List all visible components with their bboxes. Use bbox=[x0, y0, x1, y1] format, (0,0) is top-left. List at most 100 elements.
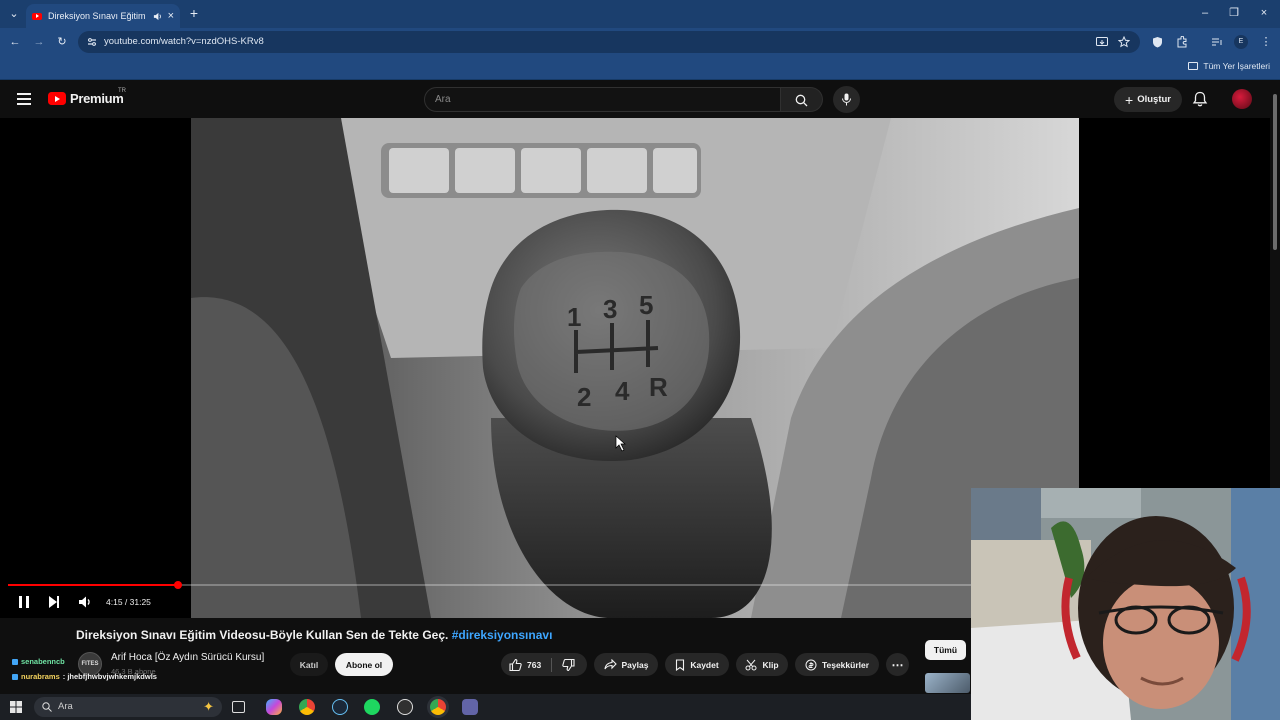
shield-extension-icon[interactable] bbox=[1152, 36, 1163, 48]
bing-sparkle-icon: ✦ bbox=[203, 699, 214, 714]
share-label: Paylaş bbox=[621, 659, 649, 670]
thanks-button[interactable]: Teşekkürler bbox=[795, 653, 879, 676]
profile-avatar[interactable]: E bbox=[1234, 35, 1248, 49]
more-actions-button[interactable]: ⋯ bbox=[886, 653, 909, 676]
task-view-icon[interactable] bbox=[232, 701, 245, 713]
webcam-image bbox=[971, 488, 1280, 720]
restore-icon[interactable]: ❐ bbox=[1226, 6, 1242, 20]
scissors-icon bbox=[745, 659, 757, 670]
time-display: 4:15 / 31:25 bbox=[106, 597, 151, 607]
spotify-icon[interactable] bbox=[364, 699, 380, 715]
next-video-icon[interactable] bbox=[47, 594, 61, 610]
join-label: Katıl bbox=[299, 659, 319, 670]
search-icon bbox=[42, 702, 52, 712]
search-button[interactable] bbox=[781, 87, 823, 112]
notifications-bell-icon[interactable] bbox=[1191, 90, 1209, 108]
pause-icon[interactable] bbox=[17, 594, 31, 610]
join-button[interactable]: Katıl bbox=[290, 653, 328, 676]
folder-icon bbox=[1188, 62, 1199, 70]
teams-icon[interactable] bbox=[462, 699, 478, 715]
create-label: Oluştur bbox=[1137, 94, 1171, 105]
gear-label: 5 bbox=[639, 290, 653, 320]
windows-start-icon[interactable] bbox=[10, 701, 22, 713]
chat-username: senabenncb bbox=[21, 657, 65, 666]
browser-tab-active[interactable]: Direksiyon Sınavı Eğitim Vid × bbox=[26, 4, 180, 28]
obs-icon[interactable] bbox=[397, 699, 413, 715]
chat-message: senabenncb bbox=[12, 657, 68, 666]
window-close-icon[interactable]: × bbox=[1256, 6, 1272, 20]
country-code: TR bbox=[118, 88, 126, 94]
streamer-webcam bbox=[971, 488, 1280, 720]
account-avatar[interactable] bbox=[1232, 89, 1252, 109]
reload-icon[interactable]: ↻ bbox=[54, 35, 70, 49]
subscribe-label: Abone ol bbox=[345, 659, 383, 670]
chrome-icon[interactable] bbox=[299, 699, 315, 715]
thanks-heart-dollar-icon bbox=[805, 659, 817, 670]
video-title-text: Direksiyon Sınavı Eğitim Videosu-Böyle K… bbox=[76, 628, 449, 642]
bookmark-star-icon[interactable] bbox=[1118, 36, 1130, 48]
gear-shift-image: 1 3 5 2 4 R bbox=[191, 118, 1079, 618]
video-title: Direksiyon Sınavı Eğitim Videosu-Böyle K… bbox=[76, 628, 552, 642]
channel-name-link[interactable]: Arif Hoca [Öz Aydın Sürücü Kursu] bbox=[111, 652, 264, 663]
volume-icon[interactable] bbox=[78, 594, 92, 610]
minimize-icon[interactable]: – bbox=[1197, 6, 1213, 20]
search-icon bbox=[795, 94, 808, 107]
taskbar-search-placeholder: Ara bbox=[58, 701, 73, 712]
address-bar[interactable]: youtube.com/watch?v=nzdOHS-KRv8 bbox=[78, 31, 1140, 53]
progress-scrubber[interactable] bbox=[173, 581, 182, 589]
forward-icon[interactable]: → bbox=[31, 35, 47, 49]
media-control-icon[interactable] bbox=[1211, 37, 1223, 47]
chat-badge-icon bbox=[12, 673, 18, 680]
gear-label: 3 bbox=[603, 294, 617, 324]
clip-button[interactable]: Klip bbox=[736, 653, 788, 676]
site-info-icon[interactable] bbox=[87, 37, 97, 47]
share-button[interactable]: Paylaş bbox=[594, 653, 658, 676]
browser-toolbar: ← → ↻ youtube.com/watch?v=nzdOHS-KRv8 E … bbox=[0, 28, 1280, 56]
all-bookmarks-button[interactable]: Tüm Yer İşaretleri bbox=[1188, 61, 1270, 71]
bookmark-icon bbox=[676, 658, 685, 671]
video-hashtag-link[interactable]: #direksiyonsınavı bbox=[452, 628, 553, 642]
like-dislike-group: 763 bbox=[501, 653, 587, 676]
save-label: Kaydet bbox=[690, 659, 719, 670]
tab-close-icon[interactable]: × bbox=[168, 10, 174, 22]
filter-chip-all[interactable]: Tümü bbox=[925, 640, 966, 660]
chrome-active-icon[interactable] bbox=[430, 699, 446, 715]
speaker-icon[interactable] bbox=[153, 12, 162, 21]
video-frame-gear-shift[interactable]: 1 3 5 2 4 R bbox=[191, 118, 1079, 618]
progress-bar-fill bbox=[8, 584, 178, 586]
steam-icon[interactable] bbox=[332, 699, 348, 715]
all-bookmarks-label: Tüm Yer İşaretleri bbox=[1203, 61, 1270, 71]
search-input[interactable]: Ara bbox=[424, 87, 781, 112]
thanks-label: Teşekkürler bbox=[821, 659, 870, 670]
related-video-thumbnail[interactable] bbox=[925, 673, 970, 693]
menu-hamburger-icon[interactable] bbox=[17, 93, 31, 105]
thumbs-down-icon[interactable] bbox=[562, 658, 575, 671]
logo-text: Premium bbox=[70, 91, 124, 106]
back-icon[interactable]: ← bbox=[7, 35, 23, 49]
youtube-favicon-icon bbox=[32, 12, 42, 20]
tab-title: Direksiyon Sınavı Eğitim Vid bbox=[48, 11, 147, 21]
like-divider bbox=[551, 657, 553, 672]
like-count[interactable]: 763 bbox=[527, 660, 541, 670]
copilot-icon[interactable] bbox=[266, 699, 282, 715]
chat-message: nurabrams : jhebfjhwbvjwhkemjkdwls bbox=[12, 672, 157, 681]
subscribe-button[interactable]: Abone ol bbox=[335, 653, 393, 676]
plus-icon: + bbox=[1125, 91, 1134, 108]
chat-username: nurabrams bbox=[21, 672, 60, 681]
voice-search-button[interactable] bbox=[833, 86, 860, 113]
windows-taskbar: Ara ✦ bbox=[0, 694, 971, 720]
taskbar-search-input[interactable]: Ara ✦ bbox=[34, 697, 222, 717]
thumbs-up-icon[interactable] bbox=[509, 658, 522, 671]
cast-install-icon[interactable] bbox=[1096, 37, 1108, 47]
tab-search-icon[interactable]: ⌄ bbox=[6, 7, 22, 21]
new-tab-icon[interactable]: + bbox=[186, 6, 202, 20]
save-button[interactable]: Kaydet bbox=[665, 653, 729, 676]
youtube-premium-logo[interactable]: Premium TR bbox=[48, 88, 126, 106]
browser-menu-icon[interactable]: ⋮ bbox=[1258, 35, 1274, 49]
gear-label: 2 bbox=[577, 382, 591, 412]
extensions-puzzle-icon[interactable] bbox=[1176, 36, 1188, 48]
youtube-logo-icon bbox=[48, 92, 66, 105]
scrollbar-thumb[interactable] bbox=[1273, 94, 1277, 250]
clip-label: Klip bbox=[762, 659, 779, 670]
create-button[interactable]: + Oluştur bbox=[1114, 87, 1182, 112]
